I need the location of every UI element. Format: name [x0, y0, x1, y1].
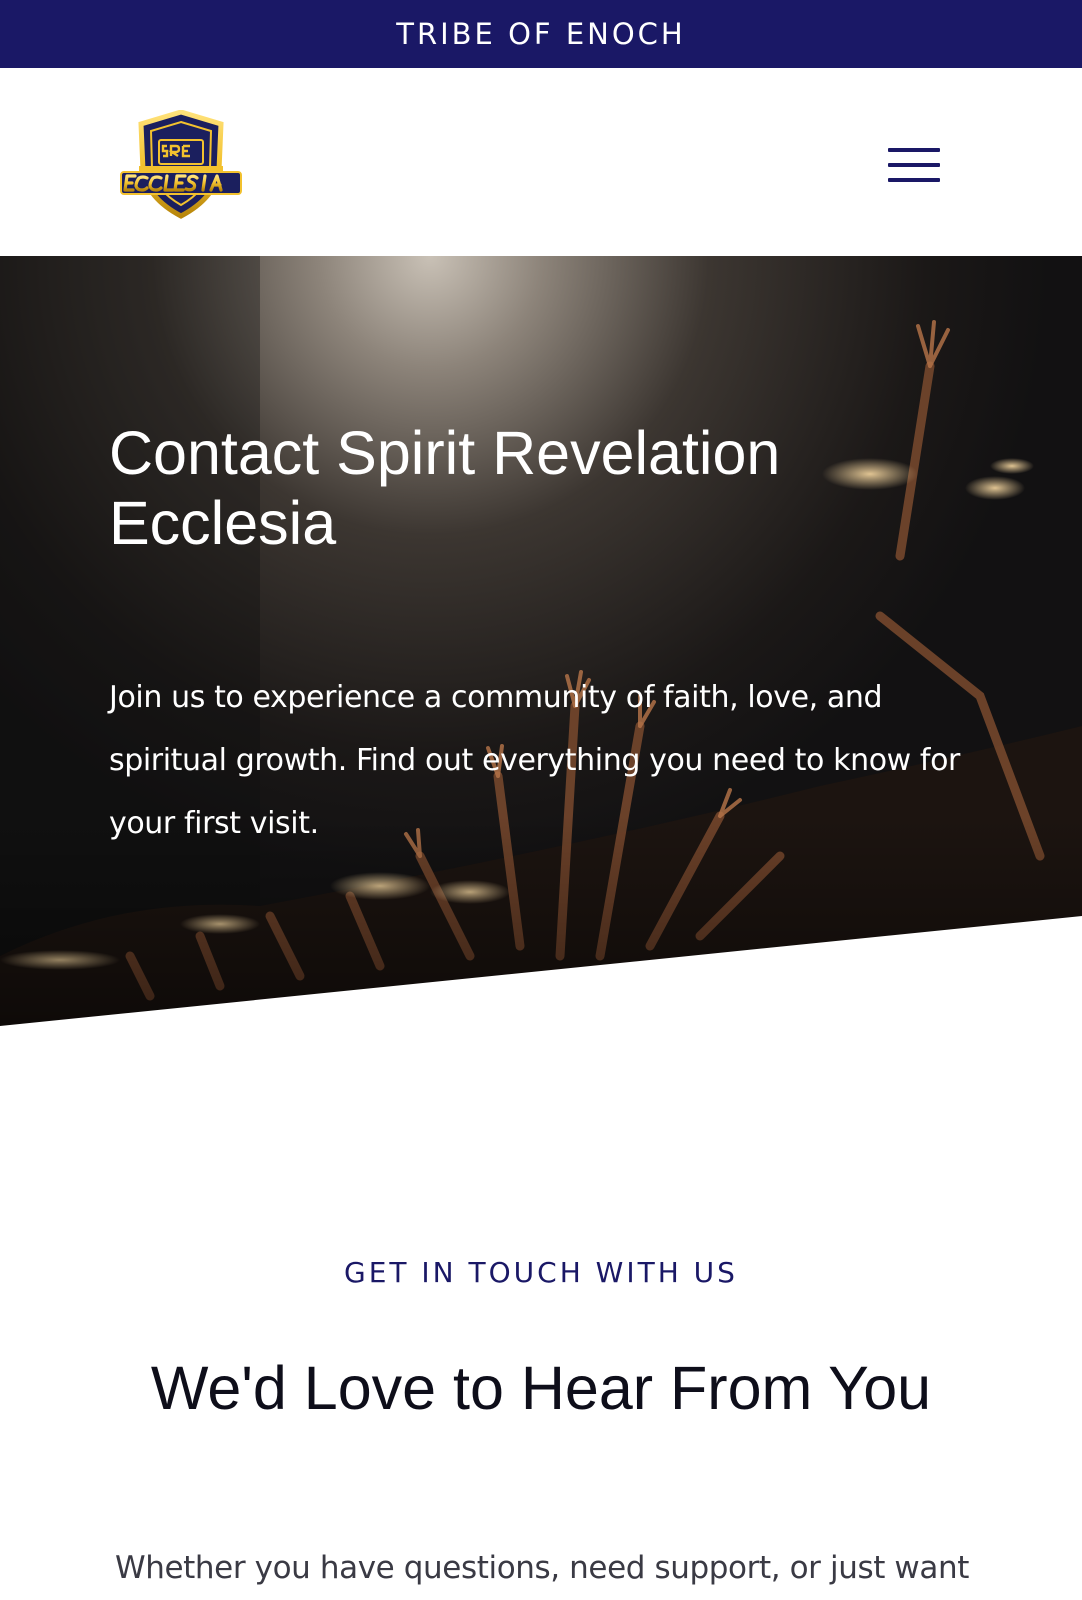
contact-intro-text: Whether you have questions, need support… — [115, 1550, 969, 1586]
menu-bar-middle — [888, 163, 940, 167]
page: TRIBE OF ENOCH Contact Spirit Revelation… — [0, 0, 1082, 1600]
hero-background-image — [0, 256, 1082, 1046]
hero-description: Join us to experience a community of fai… — [109, 680, 960, 841]
menu-bar-bottom — [888, 178, 940, 182]
menu-bar-top — [888, 148, 940, 152]
contact-eyebrow: GET IN TOUCH WITH US — [344, 1256, 738, 1289]
contact-section-title: We'd Love to Hear From You — [150, 1354, 932, 1422]
hero-section: Contact Spirit Revelation Ecclesia Join … — [0, 256, 1082, 1046]
hero-title: Contact Spirit Revelation Ecclesia — [109, 419, 781, 557]
top-banner[interactable]: TRIBE OF ENOCH — [0, 0, 1082, 68]
banner-text[interactable]: TRIBE OF ENOCH — [396, 17, 685, 51]
hamburger-menu-button[interactable] — [884, 144, 942, 188]
site-header — [0, 68, 1082, 256]
site-logo[interactable] — [115, 110, 247, 220]
